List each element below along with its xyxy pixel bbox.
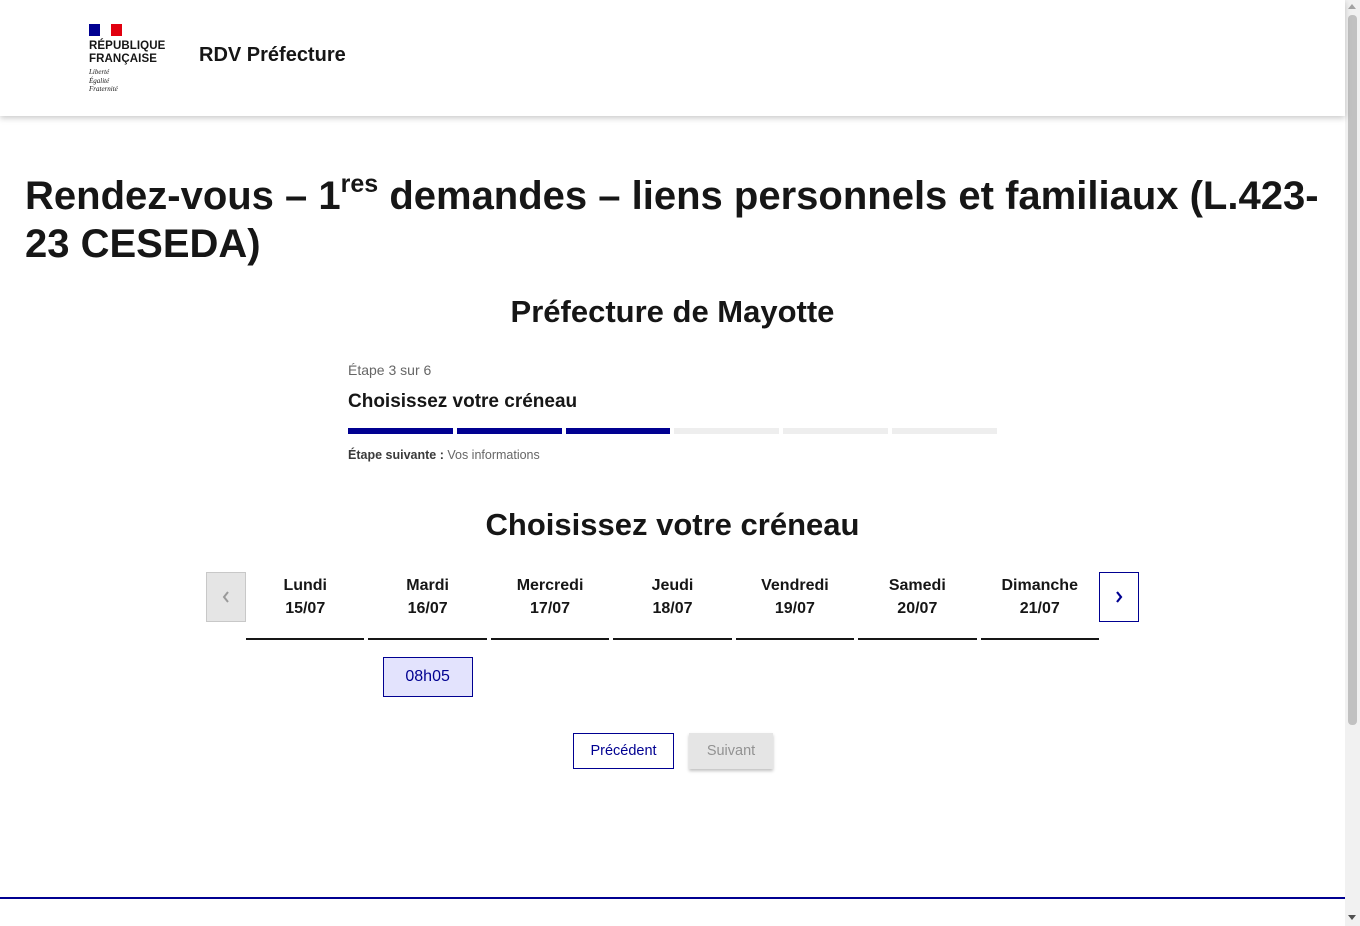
chevron-left-icon [222, 591, 229, 603]
slot-column [736, 657, 854, 697]
day-date: 19/07 [774, 600, 815, 617]
page-title: Rendez-vous – 1res demandes – liens pers… [25, 169, 1319, 266]
day-name: Vendredi [761, 577, 829, 594]
stepper: Étape 3 sur 6 Choisissez votre créneau É… [348, 362, 998, 462]
step-bar [348, 428, 453, 434]
step-bar [674, 428, 780, 434]
slot-column [491, 657, 609, 697]
day-column-header: Dimanche 21/07 [980, 572, 1099, 640]
slot-column [858, 657, 976, 697]
day-column-header: Mardi 16/07 [368, 572, 487, 640]
calendar-days: Lundi 15/07 Mardi 16/07 Mercredi 17/07 Jeudi 18… [246, 572, 1099, 640]
day-name: Jeudi [651, 577, 694, 594]
footer-border [0, 897, 1345, 899]
next-step: Étape suivante : Vos informations [348, 448, 540, 462]
slot-column [613, 657, 731, 697]
day-name: Mercredi [516, 577, 584, 594]
scroll-down-icon[interactable] [1348, 915, 1356, 920]
day-column-header: Vendredi 19/07 [735, 572, 855, 640]
calendar-title: Choisissez votre créneau [485, 507, 860, 542]
day-name: Lundi [283, 577, 327, 594]
day-date: 17/07 [530, 600, 571, 617]
slot-column [981, 657, 1099, 697]
site-title[interactable]: RDV Préfecture [199, 44, 346, 67]
slot-column [246, 657, 364, 697]
next-week-button[interactable] [1099, 572, 1139, 622]
scroll-up-icon[interactable] [1348, 4, 1356, 9]
day-name: Dimanche [1001, 577, 1078, 594]
day-date: 18/07 [652, 600, 693, 617]
french-flag-icon [89, 24, 122, 36]
slot-column: 08h05 [368, 657, 486, 697]
day-date: 20/07 [897, 600, 938, 617]
next-button[interactable]: Suivant [689, 733, 773, 769]
step-count: Étape 3 sur 6 [348, 362, 432, 378]
logo-motto: Liberté Égalité Fraternité [89, 68, 118, 93]
day-date: 21/07 [1019, 600, 1060, 617]
previous-week-button[interactable] [206, 572, 246, 622]
day-column-header: Lundi 15/07 [246, 572, 365, 640]
day-name: Mardi [406, 577, 449, 594]
day-date: 15/07 [285, 600, 326, 617]
page: RÉPUBLIQUE FRANÇAISE Liberté Égalité Fra… [0, 0, 1345, 926]
previous-button[interactable]: Précédent [573, 733, 674, 769]
step-bar [892, 428, 997, 434]
chevron-right-icon [1116, 591, 1123, 603]
step-bar [565, 428, 671, 434]
vertical-scrollbar[interactable] [1345, 0, 1360, 926]
step-title: Choisissez votre créneau [348, 391, 578, 412]
time-slot-button[interactable]: 08h05 [382, 657, 473, 697]
step-bar [456, 428, 562, 434]
site-header: RÉPUBLIQUE FRANÇAISE Liberté Égalité Fra… [0, 0, 1345, 116]
day-column-header: Jeudi 18/07 [613, 572, 732, 640]
prefecture-name: Préfecture de Mayotte [510, 294, 835, 329]
logo-text: RÉPUBLIQUE FRANÇAISE [89, 40, 166, 65]
day-column-header: Mercredi 17/07 [490, 572, 610, 640]
step-progress-bar [348, 428, 997, 434]
day-column-header: Samedi 20/07 [858, 572, 977, 640]
republique-francaise-logo[interactable]: RÉPUBLIQUE FRANÇAISE Liberté Égalité Fra… [89, 24, 179, 96]
day-name: Samedi [888, 577, 946, 594]
day-date: 16/07 [407, 600, 448, 617]
calendar-slots: 08h05 [246, 657, 1099, 697]
scroll-thumb[interactable] [1348, 15, 1357, 725]
step-bar [783, 428, 889, 434]
